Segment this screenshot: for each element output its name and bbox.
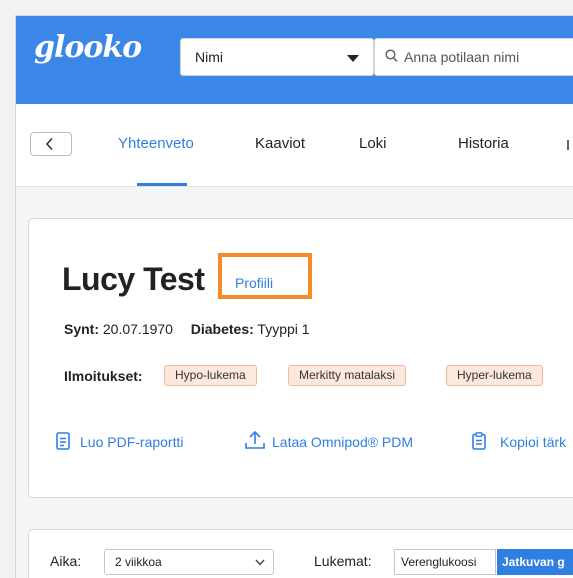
create-pdf-report-button[interactable]: Luo PDF-raportti [56, 432, 184, 453]
chevron-down-icon [255, 559, 265, 566]
tab-kaaviot[interactable]: Kaaviot [255, 135, 305, 152]
back-button[interactable] [30, 132, 72, 156]
tab-bar: Yhteenveto Kaaviot Loki Historia [16, 104, 573, 187]
clipboard-icon [472, 432, 486, 453]
create-pdf-report-label: Luo PDF-raportti [80, 434, 184, 450]
patient-search[interactable] [374, 38, 573, 76]
patient-name: Lucy Test [62, 261, 205, 297]
diabetes-type: Tyyppi 1 [257, 321, 310, 337]
active-tab-indicator [137, 183, 187, 186]
alert-tag-hypo[interactable]: Hypo-lukema [164, 365, 257, 386]
tab-loki[interactable]: Loki [359, 135, 387, 152]
top-bar: glooko Nimi [16, 16, 573, 104]
search-icon [385, 49, 398, 68]
patient-details: Synt: 20.07.1970 Diabetes: Tyyppi 1 [64, 321, 310, 337]
readings-option-cgm[interactable]: Jatkuvan g [497, 549, 573, 575]
document-icon [56, 432, 70, 453]
alert-tag-hyper[interactable]: Hyper-lukema [446, 365, 543, 386]
readings-option-blood-glucose[interactable]: Verenglukoosi [394, 549, 496, 575]
tab-yhteenveto[interactable]: Yhteenveto [118, 135, 194, 152]
upload-omnipod-label: Lataa Omnipod® PDM [272, 434, 414, 450]
birth-date: 20.07.1970 [102, 321, 173, 337]
copy-important-button[interactable]: Kopioi tärk [472, 432, 567, 453]
app-window: glooko Nimi Yhteenveto Kaaviot Loki Hist… [15, 15, 573, 578]
upload-icon [244, 430, 266, 453]
patient-search-input[interactable] [402, 48, 573, 66]
time-range-label: Aika: [50, 553, 82, 569]
diabetes-label: Diabetes: [190, 321, 254, 337]
highlight-box [218, 253, 312, 299]
alerts-label: Ilmoitukset: [64, 368, 143, 384]
chevron-left-icon [45, 137, 53, 151]
copy-important-label: Kopioi tärk [500, 434, 567, 450]
alert-tag-flagged-low[interactable]: Merkitty matalaksi [288, 365, 407, 386]
upload-omnipod-button[interactable]: Lataa Omnipod® PDM [244, 430, 414, 450]
search-type-select[interactable]: Nimi [180, 38, 374, 76]
caret-down-icon [347, 55, 359, 62]
birth-label: Synt: [64, 321, 99, 337]
search-type-value: Nimi [195, 49, 223, 65]
next-tab-edge [567, 140, 569, 150]
glooko-logo[interactable]: glooko [34, 30, 142, 65]
time-range-select[interactable]: 2 viikkoa [104, 549, 274, 575]
tab-historia[interactable]: Historia [458, 135, 509, 152]
readings-label: Lukemat: [314, 553, 372, 569]
time-range-value: 2 viikkoa [115, 555, 162, 569]
